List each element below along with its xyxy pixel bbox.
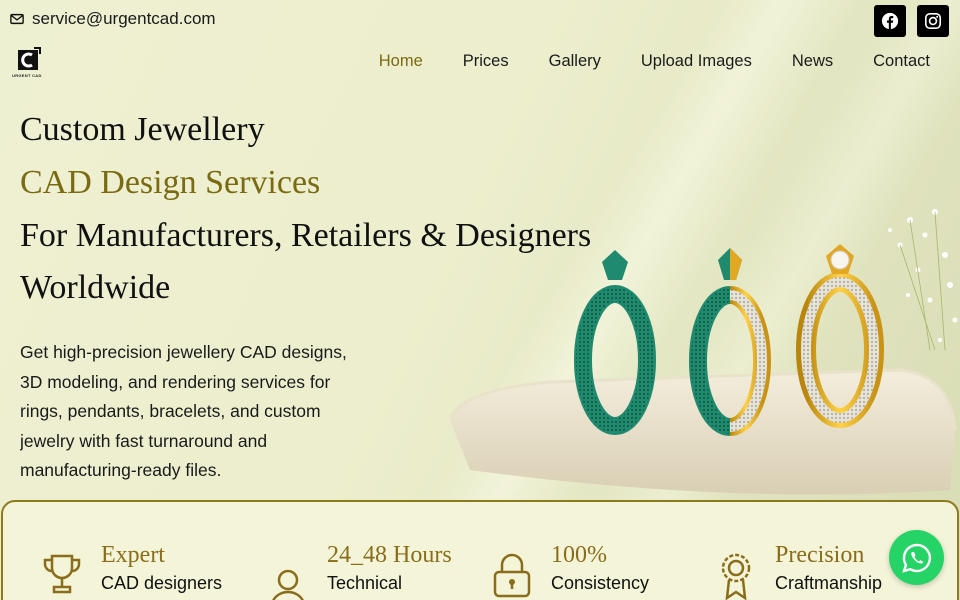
instagram-button[interactable]: [917, 5, 949, 37]
envelope-icon: [10, 13, 24, 25]
lock-icon: [493, 553, 531, 598]
main-nav: Home Prices Gallery Upload Images News C…: [379, 52, 930, 71]
feature-subtitle: Technical: [327, 573, 403, 593]
feature-title: 24_48 Hours: [327, 542, 452, 568]
flowers-decoration: [888, 209, 958, 351]
hero-title-line2: CAD Design Services: [20, 164, 321, 201]
social-links: [874, 5, 949, 37]
logo-text: URGENT CAD: [12, 73, 42, 78]
features-card: Expert CAD designers 24_48 Hours Technic…: [1, 500, 959, 600]
contact-email[interactable]: service@urgentcad.com: [10, 9, 216, 29]
feature-turnaround: 24_48 Hours Technical: [267, 542, 452, 600]
hero-title-line1: Custom Jewellery: [20, 111, 265, 148]
award-icon: [721, 553, 751, 600]
nav-gallery[interactable]: Gallery: [549, 52, 601, 71]
feature-title: Expert: [101, 542, 165, 568]
feature-consistency: 100% Consistency: [491, 542, 649, 600]
whatsapp-icon: [901, 543, 931, 573]
nav-home[interactable]: Home: [379, 52, 423, 71]
email-text: service@urgentcad.com: [32, 9, 216, 28]
feature-subtitle: Craftmanship: [775, 573, 883, 593]
nav-prices[interactable]: Prices: [463, 52, 509, 71]
feature-precision: Precision Craftmanship: [715, 542, 882, 600]
rings-illustration: [448, 209, 958, 495]
feature-title: Precision: [775, 542, 865, 568]
hero-description: Get high-precision jewellery CAD designs…: [20, 342, 347, 480]
hero-title-line4: Worldwide: [20, 269, 171, 306]
feature-subtitle: Consistency: [551, 573, 650, 593]
feature-title: 100%: [551, 542, 607, 568]
nav-news[interactable]: News: [792, 52, 833, 71]
nav-upload-images[interactable]: Upload Images: [641, 52, 752, 71]
facebook-icon: [881, 12, 899, 30]
nav-contact[interactable]: Contact: [873, 52, 930, 71]
trophy-icon: [43, 554, 81, 594]
feature-expert: Expert CAD designers: [41, 542, 222, 600]
whatsapp-chat-button[interactable]: [889, 530, 944, 585]
instagram-icon: [924, 12, 942, 30]
person-icon: [272, 569, 304, 600]
facebook-button[interactable]: [874, 5, 906, 37]
feature-subtitle: CAD designers: [101, 573, 223, 593]
